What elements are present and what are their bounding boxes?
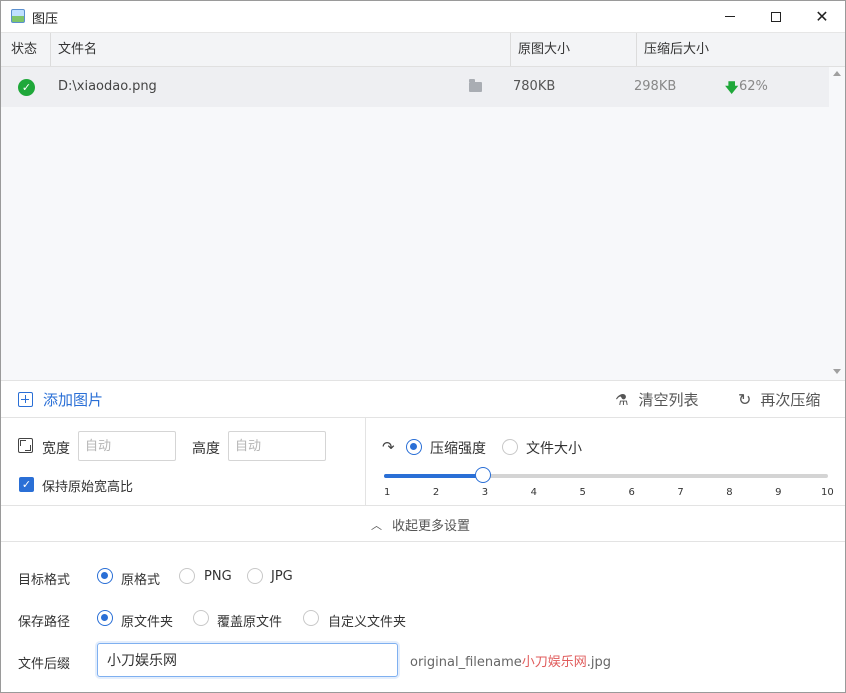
mode-size-radio[interactable] <box>502 439 518 455</box>
mode-strength-radio[interactable] <box>406 439 422 455</box>
path-overwrite-label[interactable]: 覆盖原文件 <box>217 611 282 630</box>
save-path-label: 保存路径 <box>18 615 71 630</box>
target-format-label: 目标格式 <box>18 573 71 588</box>
recompress-button[interactable]: ↻ 再次压缩 <box>738 389 820 410</box>
flask-icon: ⚗ <box>615 390 629 409</box>
close-button[interactable]: ✕ <box>799 1 845 32</box>
format-jpg-radio[interactable] <box>247 568 263 584</box>
column-header-original-size[interactable]: 原图大小 <box>510 33 636 66</box>
collapse-settings-toggle[interactable]: ︿ 收起更多设置 <box>1 506 845 542</box>
height-input[interactable] <box>228 431 326 461</box>
title-bar: 图压 ✕ <box>1 1 845 32</box>
open-folder-icon[interactable] <box>469 79 482 92</box>
strength-slider[interactable] <box>384 467 828 483</box>
slider-tick: 3 <box>481 487 489 498</box>
format-png-radio[interactable] <box>179 568 195 584</box>
preview-suffix: 小刀娱乐网 <box>521 655 587 670</box>
chevron-up-icon: ︿ <box>371 518 382 532</box>
panel-divider <box>365 418 366 506</box>
mode-strength-label[interactable]: 压缩强度 <box>430 438 486 458</box>
filename-preview: original_filename小刀娱乐网.jpg <box>410 651 611 670</box>
format-png-label[interactable]: PNG <box>204 569 232 584</box>
arrow-down-icon: 🡇 <box>725 81 739 96</box>
action-toolbar: 添加图片 ⚗ 清空列表 ↻ 再次压缩 <box>1 380 845 418</box>
keep-ratio-label[interactable]: 保持原始宽高比 <box>42 476 133 495</box>
preview-prefix: original_filename <box>410 655 522 670</box>
slider-tick: 5 <box>579 487 586 498</box>
resize-icon <box>18 438 33 453</box>
file-suffix-label: 文件后缀 <box>18 657 71 672</box>
slider-tick: 2 <box>432 487 440 498</box>
strength-slider-thumb[interactable] <box>474 467 491 483</box>
close-icon: ✕ <box>815 6 829 26</box>
app-window: 图压 ✕ 状态 文件名 原图大小 压缩后大小 ✓ D:\xiaodao.png … <box>0 0 846 693</box>
preview-extension: .jpg <box>586 655 612 670</box>
add-icon <box>18 392 33 407</box>
format-original-radio[interactable] <box>97 568 113 584</box>
path-custom-folder-radio[interactable] <box>303 610 319 626</box>
table-scrollbar[interactable] <box>829 67 845 380</box>
row-compressed-size: 298KB <box>634 79 677 94</box>
clear-list-label: 清空列表 <box>638 391 699 409</box>
slider-tick: 6 <box>628 487 635 498</box>
path-overwrite-radio[interactable] <box>193 610 209 626</box>
recompress-label: 再次压缩 <box>760 391 821 409</box>
column-header-filename[interactable]: 文件名 <box>50 33 510 66</box>
row-filename: D:\xiaodao.png <box>58 79 157 94</box>
format-jpg-label[interactable]: JPG <box>271 569 293 584</box>
maximize-icon <box>771 11 781 22</box>
slider-tick: 7 <box>677 487 684 498</box>
clear-list-button[interactable]: ⚗ 清空列表 <box>615 389 698 410</box>
scroll-up-icon[interactable] <box>833 71 841 76</box>
add-image-label: 添加图片 <box>43 391 104 409</box>
mode-size-label[interactable]: 文件大小 <box>526 438 582 458</box>
strength-slider-fill <box>384 474 483 478</box>
file-table-header: 状态 文件名 原图大小 压缩后大小 <box>1 32 845 67</box>
row-reduction: 62% <box>739 79 768 94</box>
column-header-compressed-size[interactable]: 压缩后大小 <box>636 33 829 66</box>
refresh-icon: ↻ <box>738 390 752 409</box>
keep-ratio-checkbox[interactable]: ✓ <box>19 477 34 492</box>
width-label: 宽度 <box>42 441 70 457</box>
path-original-folder-radio[interactable] <box>97 610 113 626</box>
minimize-button[interactable] <box>707 1 753 32</box>
slider-tick: 10 <box>821 487 834 498</box>
slider-tick: 4 <box>530 487 538 498</box>
scroll-down-icon[interactable] <box>833 369 841 374</box>
app-logo-icon <box>11 9 25 23</box>
file-table-body: ✓ D:\xiaodao.png 780KB 298KB 🡇 62% <box>1 67 829 380</box>
slider-tick: 8 <box>726 487 733 498</box>
width-input[interactable] <box>78 431 176 461</box>
resize-compression-panel: 宽度 高度 ✓ 保持原始宽高比 ↷ 压缩强度 文件大小 1 2 3 4 5 6 7 8 9 10 <box>1 418 845 506</box>
maximize-button[interactable] <box>753 1 799 32</box>
table-row[interactable]: ✓ D:\xiaodao.png 780KB 298KB 🡇 62% <box>1 67 829 107</box>
column-header-status[interactable]: 状态 <box>5 33 50 66</box>
collapse-settings-label: 收起更多设置 <box>392 519 471 534</box>
success-check-icon: ✓ <box>18 79 35 96</box>
add-image-button[interactable]: 添加图片 <box>18 389 103 410</box>
file-suffix-input[interactable] <box>97 643 398 677</box>
path-custom-folder-label[interactable]: 自定义文件夹 <box>328 611 406 630</box>
path-original-folder-label[interactable]: 原文件夹 <box>121 611 173 630</box>
app-title: 图压 <box>32 12 59 27</box>
slider-tick: 1 <box>384 487 391 498</box>
row-original-size: 780KB <box>513 79 556 94</box>
minimize-icon <box>725 16 735 17</box>
format-original-label[interactable]: 原格式 <box>121 569 160 588</box>
output-settings-panel: 目标格式 原格式 PNG JPG 保存路径 原文件夹 覆盖原文件 自定义文件夹 … <box>1 542 845 692</box>
height-label: 高度 <box>192 441 220 457</box>
slider-tick: 9 <box>775 487 782 498</box>
curve-icon: ↷ <box>382 438 395 456</box>
